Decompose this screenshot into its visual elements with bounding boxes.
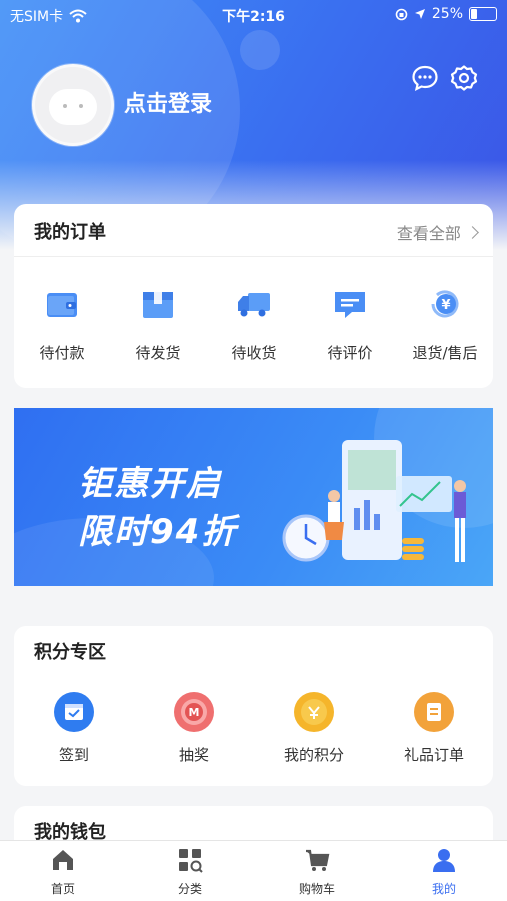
points-card: 积分专区 签到 M 抽奖 我的积分 礼品订单 [14,626,493,786]
gift-order-icon [414,692,454,732]
package-icon [143,292,173,318]
order-status-pending-payment[interactable]: 待付款 [14,284,110,363]
promo-banner[interactable]: 钜惠开启 限时94折 [14,408,493,586]
svg-text:¥: ¥ [441,298,450,313]
refund-icon: ¥ [431,290,459,318]
battery-icon [469,7,497,21]
avatar[interactable] [32,64,114,146]
user-icon [433,849,455,872]
view-all-orders-link[interactable]: 查看全部 [397,220,479,244]
points-coin-icon [294,692,334,732]
svg-text:M: M [189,706,200,719]
order-status-refund[interactable]: ¥ 退货/售后 [397,284,493,363]
points-title: 积分专区 [34,642,106,663]
orders-card: 我的订单 查看全部 待付款 待发货 待收货 待评价 ¥ 退货/售后 [14,204,493,388]
points-my-points[interactable]: 我的积分 [254,692,374,765]
status-bar: 无SIM卡 下午2:16 25% [0,0,507,30]
order-status-pending-review[interactable]: 待评价 [302,284,398,363]
message-icon[interactable] [411,64,439,92]
banner-headline: 钜惠开启 [78,464,222,504]
banner-illustration [282,440,466,562]
settings-gear-icon[interactable] [450,64,478,92]
lottery-icon: M [174,692,214,732]
default-avatar-face [49,89,97,125]
points-gift-orders[interactable]: 礼品订单 [374,692,494,765]
location-icon [414,9,425,19]
tab-home[interactable]: 首页 [13,847,113,897]
chevron-right-icon [466,226,479,239]
wallet-icon [47,293,77,317]
login-link[interactable]: 点击登录 [124,86,212,118]
calendar-check-icon [54,692,94,732]
cart-icon [306,849,330,871]
orders-title: 我的订单 [34,222,106,243]
home-icon [53,850,73,870]
bottom-tab-bar: 首页 分类 购物车 我的 [0,840,507,901]
battery-percent: 25% [431,6,463,22]
tab-category[interactable]: 分类 [140,847,240,897]
points-checkin[interactable]: 签到 [14,692,134,765]
decor-dot [240,30,280,70]
points-lottery[interactable]: M 抽奖 [134,692,254,765]
banner-subheadline: 限时94折 [78,512,238,552]
truck-icon [238,293,270,317]
order-status-pending-receipt[interactable]: 待收货 [206,284,302,363]
tab-cart[interactable]: 购物车 [267,847,367,897]
category-icon [179,849,203,873]
order-status-pending-shipment[interactable]: 待发货 [110,284,206,363]
comment-icon [335,292,365,318]
tab-mine[interactable]: 我的 [394,847,494,897]
orientation-lock-icon [395,8,408,20]
